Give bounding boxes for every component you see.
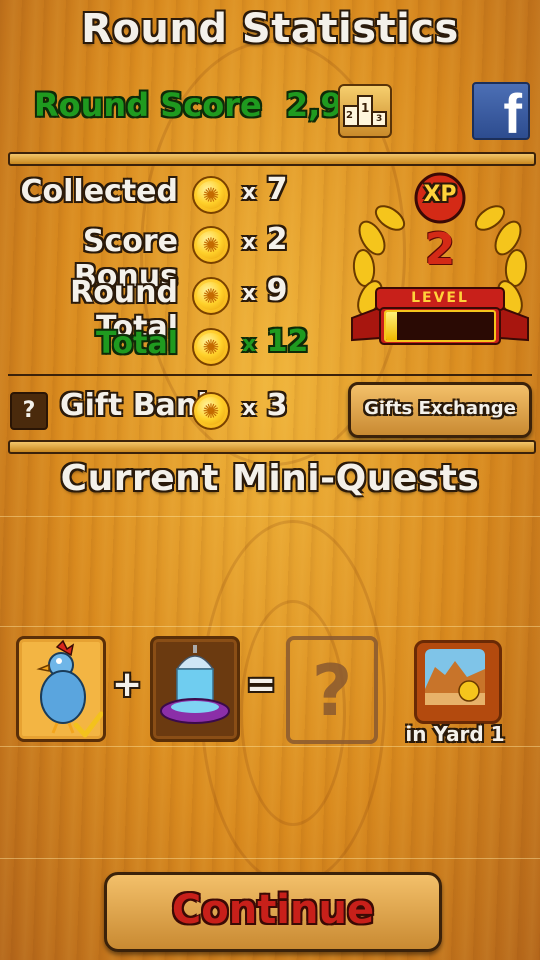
round-score: Round Score 2,980 (34, 86, 387, 124)
quest-location-label: in Yard 1 (405, 722, 505, 746)
round-score-label: Round Score (34, 86, 262, 124)
stripe (0, 516, 540, 517)
continue-label: Continue (171, 887, 375, 933)
level-number: 2 (424, 224, 456, 275)
sun-coin-icon (192, 176, 230, 214)
stat-value-total: x 12 (242, 324, 309, 359)
quests-title: Current Mini-Quests (60, 458, 480, 499)
unknown-label: ? (311, 650, 353, 732)
gifts-exchange-label: Gifts Exchange (364, 398, 516, 419)
stat-label-total: Total (96, 326, 178, 361)
gift-bank-value: x 3 (242, 388, 288, 423)
stripe (0, 746, 540, 747)
sun-coin-icon (192, 392, 230, 430)
xp-level-badge: XP 2 LEVEL (350, 168, 530, 368)
facebook-button[interactable]: f (472, 82, 530, 140)
sun-coin-icon (192, 328, 230, 366)
sun-coin-icon (192, 277, 230, 315)
podium-digit-1: 1 (361, 101, 370, 115)
quest-location-button[interactable] (414, 640, 502, 724)
xp-badge-label: XP (423, 182, 457, 207)
stat-value-round-total: x 9 (242, 273, 288, 308)
checkmark-icon (73, 711, 103, 738)
divider-line (8, 374, 532, 376)
podium-digit-3: 3 (376, 114, 383, 124)
quest-item-feeder[interactable] (150, 636, 240, 742)
gifts-exchange-button[interactable]: Gifts Exchange (348, 382, 532, 438)
divider-bar (8, 440, 536, 454)
xp-progress-bar (384, 310, 496, 342)
stat-value-collected: x 7 (242, 172, 288, 207)
stripe (0, 626, 540, 627)
water-feeder-icon (160, 645, 230, 724)
stat-value-score-bonus: x 2 (242, 222, 288, 257)
leaderboard-button[interactable]: 2 1 3 (338, 84, 392, 138)
xp-progress-fill (386, 312, 397, 340)
divider-bar (8, 152, 536, 166)
stat-label-collected: Collected (20, 174, 179, 209)
page-title: Round Statistics (81, 6, 459, 52)
quest-item-chicken[interactable] (16, 636, 106, 742)
gift-help-button[interactable]: ? (10, 392, 48, 430)
quest-result-unknown[interactable]: ? (286, 636, 378, 744)
desert-yard-icon (425, 649, 485, 705)
stripe (0, 858, 540, 859)
facebook-icon: f (503, 82, 522, 140)
plus-sign: + (112, 664, 143, 705)
continue-button[interactable]: Continue (104, 872, 442, 952)
sun-coin-icon (192, 226, 230, 264)
equals-sign: = (246, 664, 277, 705)
level-label: LEVEL (411, 290, 469, 306)
podium-digit-2: 2 (346, 110, 353, 121)
